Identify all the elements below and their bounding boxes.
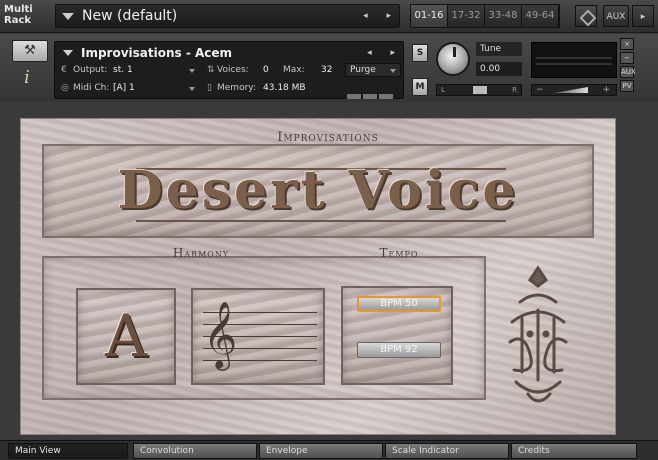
pan-right-label: R xyxy=(512,86,517,94)
page-tab-33-48[interactable]: 33-48 xyxy=(485,5,522,27)
pv-button[interactable]: PV xyxy=(620,80,634,92)
desert-voice-logo: Desert Voice xyxy=(117,160,519,221)
note-letter: A xyxy=(105,302,147,370)
aux-button[interactable]: AUX xyxy=(603,5,629,27)
dropdown-triangle-icon xyxy=(62,13,74,20)
page-tab-17-32[interactable]: 17-32 xyxy=(448,5,485,27)
page-tab-01-16[interactable]: 01-16 xyxy=(411,5,448,27)
multirack-bar: Multi Rack New (default) ◂ ▸ 01-16 17-32… xyxy=(0,0,658,33)
memory-label: Memory: xyxy=(217,83,256,93)
memory-icon: ▯ xyxy=(207,83,212,93)
treble-clef-icon: 𝄞 xyxy=(203,300,238,368)
voices-value: 0 xyxy=(263,65,269,75)
purge-label: Purge xyxy=(350,65,376,75)
volume-slider-fill xyxy=(554,87,588,93)
multirack-title-dropdown[interactable]: New (default) ◂ ▸ xyxy=(55,4,400,28)
volume-plus-label: + xyxy=(602,85,610,95)
output-icon: € xyxy=(61,65,67,75)
instrument-title: Improvisations - Acem xyxy=(81,46,233,60)
wrench-icon[interactable]: ⚒ xyxy=(12,40,48,62)
volume-slider[interactable]: − + xyxy=(531,84,617,96)
level-meter xyxy=(531,42,617,78)
panel-tab-bar: Main View Convolution Envelope Scale Ind… xyxy=(0,440,658,460)
volume-minus-label: − xyxy=(536,85,544,95)
staff-display[interactable]: 𝄞 xyxy=(191,288,325,385)
tempo-selector: BPM 50 BPM 92 xyxy=(341,286,453,385)
diamond-icon[interactable] xyxy=(575,5,597,27)
instrument-side-buttons: × − AUX PV xyxy=(620,38,636,94)
multirack-page-tabs: 01-16 17-32 33-48 49-64 xyxy=(410,4,560,28)
output-label: Output: xyxy=(73,65,108,75)
multirack-label-line1: Multi xyxy=(4,4,33,15)
aux-send-button[interactable]: AUX xyxy=(620,66,636,78)
output-dropdown-icon[interactable] xyxy=(189,69,195,73)
multirack-label: Multi Rack xyxy=(4,4,48,26)
tune-value[interactable]: 0.00 xyxy=(476,62,522,76)
purge-dropdown[interactable]: Purge xyxy=(345,63,401,77)
pan-slider[interactable]: L R xyxy=(436,84,522,96)
bpm-50-button[interactable]: BPM 50 xyxy=(357,296,441,312)
kontakt-window: Multi Rack New (default) ◂ ▸ 01-16 17-32… xyxy=(0,0,658,460)
close-icon[interactable]: × xyxy=(620,38,634,50)
midi-icon: ◎ xyxy=(61,83,69,93)
output-value[interactable]: st. 1 xyxy=(113,65,133,75)
multirack-title: New (default) xyxy=(82,8,178,24)
tab-main-view[interactable]: Main View xyxy=(8,443,128,459)
instrument-prev-next-arrows[interactable]: ◂ ▸ xyxy=(367,48,403,58)
mute-button[interactable]: M xyxy=(412,78,428,96)
logo-rule-bottom xyxy=(136,220,506,222)
midi-dropdown-icon[interactable] xyxy=(189,87,195,91)
voices-icon: ⇅ xyxy=(207,65,215,75)
harmony-label: Harmony xyxy=(172,246,230,260)
tune-knob[interactable] xyxy=(436,42,470,76)
voices-label: Voices: xyxy=(217,65,249,75)
calligraphy-ornament-icon xyxy=(508,265,568,403)
instrument-info-box: Improvisations - Acem ◂ ▸ € Output: st. … xyxy=(54,41,404,99)
midi-channel-value[interactable]: [A] 1 xyxy=(113,83,135,93)
harmony-note-selector[interactable]: A xyxy=(76,288,176,385)
page-tab-49-64[interactable]: 49-64 xyxy=(522,5,559,27)
info-icon[interactable]: i xyxy=(24,67,30,88)
purge-dropdown-icon xyxy=(390,69,396,73)
multirack-label-line2: Rack xyxy=(4,15,32,26)
memory-value: 43.18 MB xyxy=(263,83,306,93)
bpm-92-button[interactable]: BPM 92 xyxy=(357,342,441,358)
midi-channel-label: Midi Ch: xyxy=(73,83,110,93)
pan-slider-thumb[interactable] xyxy=(473,86,487,94)
minimize-icon[interactable]: − xyxy=(620,52,634,64)
aux-arrow-button[interactable]: ▸ xyxy=(632,5,654,27)
tab-credits[interactable]: Credits xyxy=(511,443,637,459)
tab-envelope[interactable]: Envelope xyxy=(259,443,383,459)
tune-label: Tune xyxy=(476,42,522,56)
max-voices-value[interactable]: 32 xyxy=(321,65,332,75)
multirack-prev-next-arrows[interactable]: ◂ ▸ xyxy=(363,11,399,21)
improvisations-header: Improvisations xyxy=(277,130,379,145)
tab-scale-indicator[interactable]: Scale Indicator xyxy=(385,443,509,459)
tab-convolution[interactable]: Convolution xyxy=(133,443,257,459)
tempo-label: Tempo xyxy=(379,246,419,260)
pan-left-label: L xyxy=(441,86,445,94)
collapse-triangle-icon[interactable] xyxy=(63,50,73,56)
purge-indicator xyxy=(347,84,397,99)
logo-banner: Desert Voice xyxy=(42,144,594,238)
max-label: Max: xyxy=(283,65,305,75)
solo-button[interactable]: S xyxy=(412,44,428,62)
